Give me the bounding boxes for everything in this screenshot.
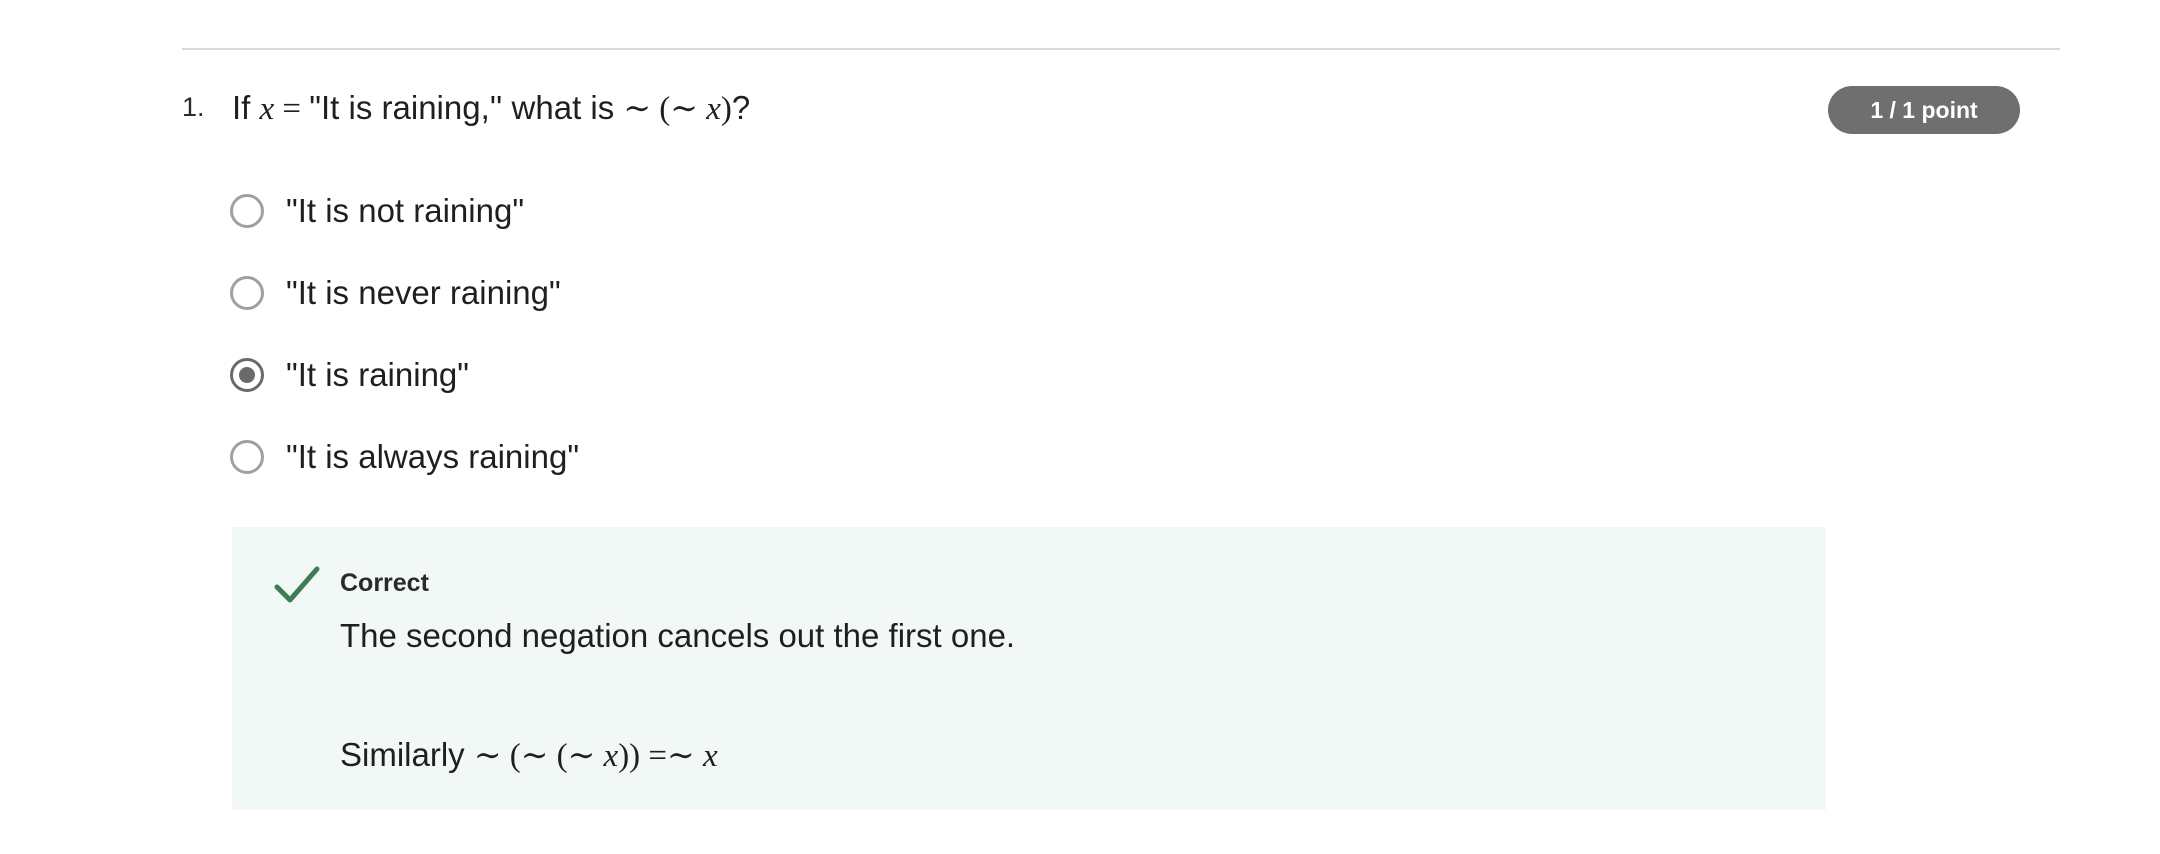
question-number: 1.: [182, 92, 205, 122]
similar-expression-b: )) =∼: [618, 738, 703, 774]
feedback-status: Correct: [340, 569, 429, 597]
question-suffix: ?: [731, 89, 751, 126]
feedback-explanation: The second negation cancels out the firs…: [340, 617, 1016, 654]
question-equals: =: [274, 91, 310, 127]
question-quote: "It is raining,'': [309, 89, 503, 126]
similar-prefix: Similarly: [340, 736, 474, 773]
question-header: 1. If x = "It is raining,'' what is ∼ (∼…: [182, 86, 2060, 142]
option-never-raining[interactable]: "It is never raining": [230, 252, 1130, 334]
similar-variable-a: x: [603, 738, 619, 774]
question-expression-variable: x: [706, 91, 721, 127]
question-prefix: If: [232, 89, 260, 126]
answer-options: "It is not raining" "It is never raining…: [230, 170, 1130, 498]
question-variable: x: [259, 91, 275, 127]
feedback-panel: Correct The second negation cancels out …: [232, 527, 1826, 810]
option-label: "It is raining": [286, 356, 469, 393]
radio-icon[interactable]: [230, 276, 264, 310]
radio-icon[interactable]: [230, 194, 264, 228]
points-badge: 1 / 1 point: [1828, 86, 2020, 134]
question-text: If x = "It is raining,'' what is ∼ (∼ x)…: [232, 88, 750, 128]
similar-variable-b: x: [702, 738, 718, 774]
question-expression-close: ): [720, 91, 732, 127]
feedback-similar: Similarly ∼ (∼ (∼ x)) =∼ x: [340, 735, 718, 775]
radio-icon[interactable]: [230, 440, 264, 474]
option-label: "It is always raining": [286, 438, 580, 475]
option-not-raining[interactable]: "It is not raining": [230, 170, 1130, 252]
option-always-raining[interactable]: "It is always raining": [230, 416, 1130, 498]
option-label: "It is never raining": [286, 274, 561, 311]
option-raining[interactable]: "It is raining": [230, 334, 1130, 416]
similar-expression-a: ∼ (∼ (∼: [473, 738, 604, 774]
question-expression: ∼ (∼: [623, 91, 707, 127]
radio-selected-icon[interactable]: [230, 358, 264, 392]
section-divider: [182, 48, 2060, 50]
option-label: "It is not raining": [286, 192, 525, 229]
check-icon: [274, 566, 320, 603]
question-middle: what is: [502, 89, 624, 126]
